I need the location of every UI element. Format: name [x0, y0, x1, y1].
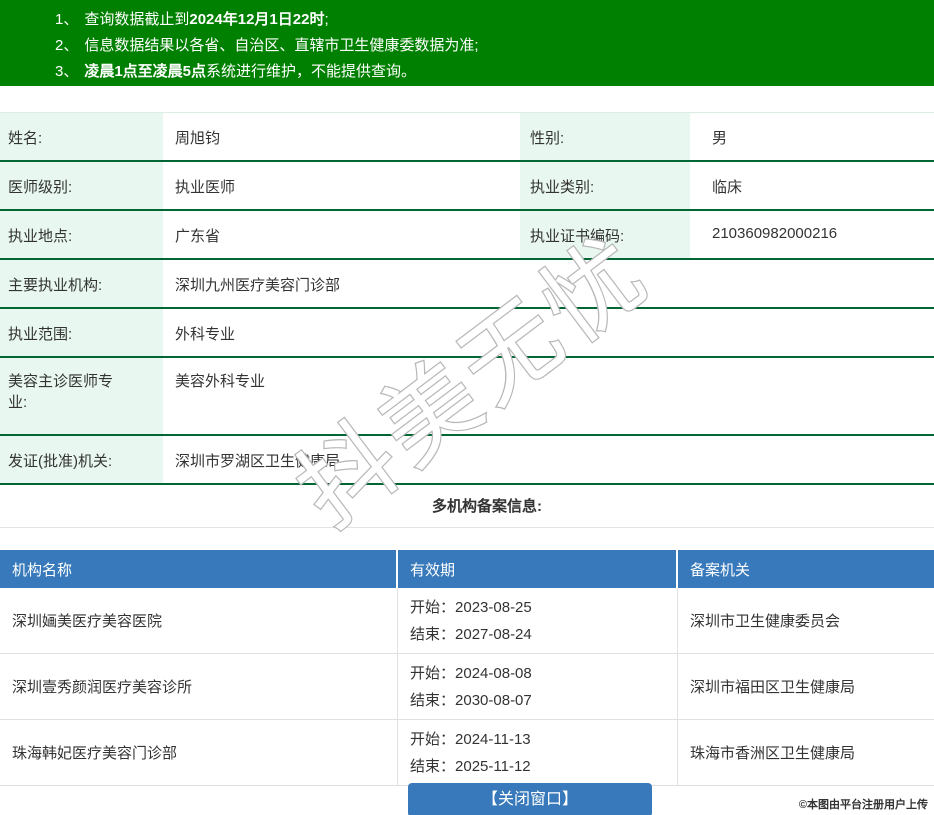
notice-number: 1、: [55, 11, 79, 28]
field-label-certificate-number: 执业证书编码:: [520, 211, 690, 258]
notice-text: 查询数据截止到: [84, 11, 190, 28]
notice-text: 信息数据结果以各省、自治区、直辖市卫生健康委数据为准;: [84, 37, 479, 54]
validity-start-date: 2024-08-08: [455, 664, 532, 682]
validity-end-label: 结束：: [410, 757, 456, 775]
notice-line-2: 2、 信息数据结果以各省、自治区、直辖市卫生健康委数据为准;: [55, 33, 924, 59]
field-label-practice-category: 执业类别:: [520, 162, 690, 209]
validity-end-date: 2025-11-12: [455, 757, 531, 775]
authority-cell: 深圳市卫生健康委员会: [690, 613, 841, 630]
validity-cell: 开始：2023-08-25 结束：2027-08-24: [398, 588, 678, 653]
field-label-issuing-authority: 发证(批准)机关:: [0, 436, 163, 483]
validity-start-label: 开始：: [410, 598, 456, 616]
authority-cell: 珠海市香洲区卫生健康局: [690, 745, 856, 762]
field-value-cosmetic-specialty: 美容外科专业: [175, 373, 266, 390]
validity-start-date: 2024-11-13: [455, 730, 531, 748]
section-title-multi-institution-filing: 多机构备案信息:: [0, 485, 934, 528]
field-label-gender: 性别:: [520, 113, 690, 160]
notice-text: ;: [324, 11, 329, 28]
filing-row-2: 深圳壹秀颜润医疗美容诊所 开始：2024-08-08 结束：2030-08-07…: [0, 654, 934, 720]
filing-header-org-name: 机构名称: [0, 550, 398, 588]
validity-end-date: 2027-08-24: [455, 625, 532, 643]
field-label-doctor-level: 医师级别:: [0, 162, 163, 209]
field-value-issuing-authority: 深圳市罗湖区卫生健康局: [175, 453, 341, 470]
field-value-practice-scope: 外科专业: [175, 326, 236, 343]
profile-table: 姓名: 周旭钧 性别: 男 医师级别: 执业医师 执业类别: 临床 执业地点: …: [0, 112, 934, 485]
field-label-main-institution: 主要执业机构:: [0, 260, 163, 307]
notice-line-1: 1、 查询数据截止到2024年12月1日22时;: [55, 7, 924, 33]
validity-end: 结束：2025-11-12: [410, 753, 677, 780]
filing-table-header: 机构名称 有效期 备案机关: [0, 550, 934, 588]
filing-header-authority: 备案机关: [690, 561, 751, 579]
field-value-name: 周旭钧: [175, 130, 221, 147]
field-value-certificate-number: 210360982000216: [712, 225, 838, 242]
profile-row-location-certno: 执业地点: 广东省 执业证书编码: 210360982000216: [0, 211, 934, 260]
field-value-main-institution: 深圳九州医疗美容门诊部: [175, 277, 341, 294]
field-value-gender: 男: [712, 130, 728, 147]
field-value-practice-location: 广东省: [175, 228, 221, 245]
validity-cell: 开始：2024-11-13 结束：2025-11-12: [398, 720, 678, 785]
field-label-cosmetic-specialty: 美容主诊医师专业:: [0, 358, 163, 434]
notice-number: 3、: [55, 63, 79, 80]
validity-start: 开始：2023-08-25: [410, 594, 677, 621]
filing-table: 机构名称 有效期 备案机关 深圳婳美医疗美容医院 开始：2023-08-25 结…: [0, 550, 934, 786]
org-name-cell: 深圳壹秀颜润医疗美容诊所: [0, 654, 398, 719]
notice-line-3: 3、 凌晨1点至凌晨5点系统进行维护，不能提供查询。: [55, 59, 924, 85]
validity-start: 开始：2024-11-13: [410, 726, 677, 753]
validity-end-date: 2030-08-07: [455, 691, 532, 709]
notice-text-bold: 2024年12月1日22时: [189, 11, 325, 28]
notice-text-bold: 凌晨1点至凌晨5点: [84, 63, 207, 80]
validity-cell: 开始：2024-08-08 结束：2030-08-07: [398, 654, 678, 719]
validity-start-label: 开始：: [410, 664, 456, 682]
upload-note: ©本图由平台注册用户上传: [798, 799, 928, 811]
close-window-button[interactable]: 【关闭窗口】: [408, 783, 652, 815]
notice-text: 系统进行维护，不能提供查询。: [206, 63, 417, 80]
notice-number: 2、: [55, 37, 79, 54]
field-label-name: 姓名:: [0, 113, 163, 160]
profile-row-practice-scope: 执业范围: 外科专业: [0, 309, 934, 358]
filing-header-validity: 有效期: [398, 550, 678, 588]
validity-end-label: 结束：: [410, 625, 456, 643]
org-name-cell: 珠海韩妃医疗美容门诊部: [0, 720, 398, 785]
field-label-practice-location: 执业地点:: [0, 211, 163, 258]
validity-start-label: 开始：: [410, 730, 456, 748]
field-label-practice-scope: 执业范围:: [0, 309, 163, 356]
validity-end: 结束：2030-08-07: [410, 687, 677, 714]
profile-row-name-gender: 姓名: 周旭钧 性别: 男: [0, 113, 934, 162]
notice-banner: 1、 查询数据截止到2024年12月1日22时; 2、 信息数据结果以各省、自治区、…: [0, 0, 934, 86]
validity-start-date: 2023-08-25: [455, 598, 532, 616]
authority-cell: 深圳市福田区卫生健康局: [690, 679, 856, 696]
practitioner-query-result-page: 1、 查询数据截止到2024年12月1日22时; 2、 信息数据结果以各省、自治区、…: [0, 0, 934, 815]
profile-row-cosmetic-specialty: 美容主诊医师专业: 美容外科专业: [0, 358, 934, 436]
field-value-doctor-level: 执业医师: [175, 179, 236, 196]
profile-row-issuing-authority: 发证(批准)机关: 深圳市罗湖区卫生健康局: [0, 436, 934, 485]
filing-row-1: 深圳婳美医疗美容医院 开始：2023-08-25 结束：2027-08-24 深…: [0, 588, 934, 654]
validity-end-label: 结束：: [410, 691, 456, 709]
profile-row-level-category: 医师级别: 执业医师 执业类别: 临床: [0, 162, 934, 211]
profile-row-main-institution: 主要执业机构: 深圳九州医疗美容门诊部: [0, 260, 934, 309]
org-name-cell: 深圳婳美医疗美容医院: [0, 588, 398, 653]
field-value-practice-category: 临床: [712, 179, 743, 196]
filing-row-3: 珠海韩妃医疗美容门诊部 开始：2024-11-13 结束：2025-11-12 …: [0, 720, 934, 786]
validity-end: 结束：2027-08-24: [410, 621, 677, 648]
validity-start: 开始：2024-08-08: [410, 660, 677, 687]
